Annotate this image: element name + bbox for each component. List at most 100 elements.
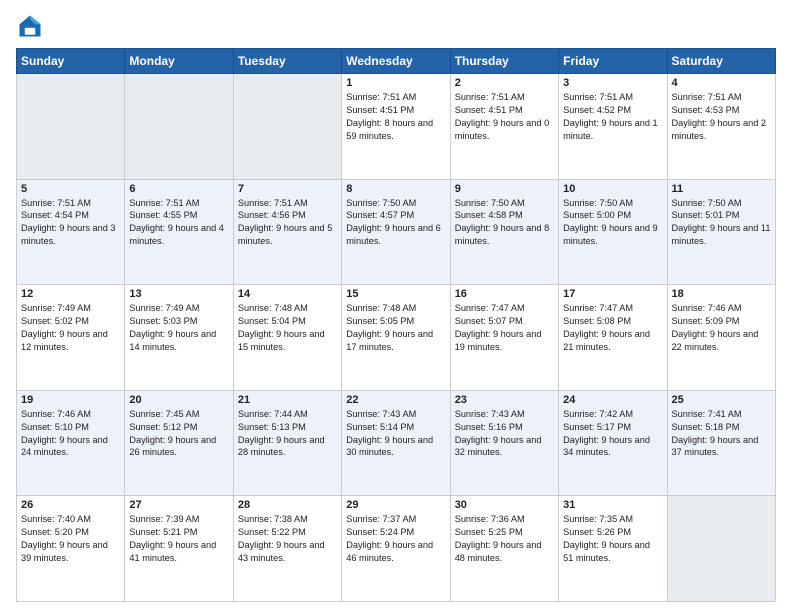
logo-icon [16,12,44,40]
day-number: 14 [238,288,337,300]
day-number: 5 [21,183,120,195]
calendar-cell: 20 Sunrise: 7:45 AM Sunset: 5:12 PM Dayli… [125,390,233,496]
day-info: Sunrise: 7:39 AM Sunset: 5:21 PM Dayligh… [129,513,228,565]
day-info: Sunrise: 7:50 AM Sunset: 4:58 PM Dayligh… [455,197,554,249]
day-info: Sunrise: 7:40 AM Sunset: 5:20 PM Dayligh… [21,513,120,565]
day-header-monday: Monday [125,49,233,74]
day-info: Sunrise: 7:51 AM Sunset: 4:53 PM Dayligh… [672,91,771,143]
day-number: 21 [238,394,337,406]
calendar-week-3: 12 Sunrise: 7:49 AM Sunset: 5:02 PM Dayli… [17,285,776,391]
day-info: Sunrise: 7:44 AM Sunset: 5:13 PM Dayligh… [238,408,337,460]
calendar-cell: 7 Sunrise: 7:51 AM Sunset: 4:56 PM Daylig… [233,179,341,285]
day-number: 22 [346,394,445,406]
day-number: 8 [346,183,445,195]
day-number: 27 [129,499,228,511]
calendar-cell: 9 Sunrise: 7:50 AM Sunset: 4:58 PM Daylig… [450,179,558,285]
calendar-cell: 27 Sunrise: 7:39 AM Sunset: 5:21 PM Dayli… [125,496,233,602]
day-info: Sunrise: 7:43 AM Sunset: 5:14 PM Dayligh… [346,408,445,460]
calendar-cell: 28Sunrise: 7:38 AM Sunset: 5:22 PM Dayli… [233,496,341,602]
day-number: 7 [238,183,337,195]
calendar-cell [667,496,775,602]
day-info: Sunrise: 7:50 AM Sunset: 5:01 PM Dayligh… [672,197,771,249]
calendar-cell: 15Sunrise: 7:48 AM Sunset: 5:05 PM Dayli… [342,285,450,391]
calendar-cell: 30 Sunrise: 7:36 AM Sunset: 5:25 PM Dayli… [450,496,558,602]
day-number: 17 [563,288,662,300]
day-number: 12 [21,288,120,300]
day-info: Sunrise: 7:50 AM Sunset: 5:00 PM Dayligh… [563,197,662,249]
calendar-cell: 8 Sunrise: 7:50 AM Sunset: 4:57 PM Daylig… [342,179,450,285]
day-number: 2 [455,77,554,89]
day-info: Sunrise: 7:45 AM Sunset: 5:12 PM Dayligh… [129,408,228,460]
calendar-cell: 24Sunrise: 7:42 AM Sunset: 5:17 PM Dayli… [559,390,667,496]
calendar-cell: 16 Sunrise: 7:47 AM Sunset: 5:07 PM Dayli… [450,285,558,391]
day-number: 1 [346,77,445,89]
day-number: 4 [672,77,771,89]
day-number: 15 [346,288,445,300]
day-info: Sunrise: 7:36 AM Sunset: 5:25 PM Dayligh… [455,513,554,565]
day-info: Sunrise: 7:51 AM Sunset: 4:56 PM Dayligh… [238,197,337,249]
day-number: 9 [455,183,554,195]
calendar-cell: 29 Sunrise: 7:37 AM Sunset: 5:24 PM Dayli… [342,496,450,602]
calendar-cell: 21 Sunrise: 7:44 AM Sunset: 5:13 PM Dayli… [233,390,341,496]
calendar-week-4: 19Sunrise: 7:46 AM Sunset: 5:10 PM Dayli… [17,390,776,496]
calendar-table: SundayMondayTuesdayWednesdayThursdayFrid… [16,48,776,602]
day-number: 29 [346,499,445,511]
calendar-cell: 22 Sunrise: 7:43 AM Sunset: 5:14 PM Dayli… [342,390,450,496]
day-info: Sunrise: 7:51 AM Sunset: 4:55 PM Dayligh… [129,197,228,249]
day-info: Sunrise: 7:49 AM Sunset: 5:02 PM Dayligh… [21,302,120,354]
day-number: 30 [455,499,554,511]
day-number: 20 [129,394,228,406]
day-info: Sunrise: 7:51 AM Sunset: 4:54 PM Dayligh… [21,197,120,249]
day-number: 6 [129,183,228,195]
day-number: 25 [672,394,771,406]
day-info: Sunrise: 7:50 AM Sunset: 4:57 PM Dayligh… [346,197,445,249]
day-number: 18 [672,288,771,300]
calendar-cell: 26 Sunrise: 7:40 AM Sunset: 5:20 PM Dayli… [17,496,125,602]
page: SundayMondayTuesdayWednesdayThursdayFrid… [0,0,792,612]
calendar-cell: 31 Sunrise: 7:35 AM Sunset: 5:26 PM Dayli… [559,496,667,602]
logo [16,12,48,40]
day-info: Sunrise: 7:43 AM Sunset: 5:16 PM Dayligh… [455,408,554,460]
day-info: Sunrise: 7:41 AM Sunset: 5:18 PM Dayligh… [672,408,771,460]
day-number: 3 [563,77,662,89]
day-info: Sunrise: 7:51 AM Sunset: 4:51 PM Dayligh… [346,91,445,143]
calendar-cell [125,74,233,180]
calendar-cell: 25 Sunrise: 7:41 AM Sunset: 5:18 PM Dayli… [667,390,775,496]
calendar-cell: 2 Sunrise: 7:51 AM Sunset: 4:51 PM Daylig… [450,74,558,180]
day-number: 13 [129,288,228,300]
calendar-cell: 23 Sunrise: 7:43 AM Sunset: 5:16 PM Dayli… [450,390,558,496]
day-info: Sunrise: 7:37 AM Sunset: 5:24 PM Dayligh… [346,513,445,565]
day-number: 10 [563,183,662,195]
calendar-cell: 18 Sunrise: 7:46 AM Sunset: 5:09 PM Dayli… [667,285,775,391]
calendar-cell: 6 Sunrise: 7:51 AM Sunset: 4:55 PM Daylig… [125,179,233,285]
calendar-cell: 11 Sunrise: 7:50 AM Sunset: 5:01 PM Dayli… [667,179,775,285]
day-header-wednesday: Wednesday [342,49,450,74]
calendar-week-1: 1 Sunrise: 7:51 AM Sunset: 4:51 PM Daylig… [17,74,776,180]
day-info: Sunrise: 7:47 AM Sunset: 5:07 PM Dayligh… [455,302,554,354]
calendar-cell [233,74,341,180]
day-info: Sunrise: 7:49 AM Sunset: 5:03 PM Dayligh… [129,302,228,354]
day-info: Sunrise: 7:48 AM Sunset: 5:04 PM Dayligh… [238,302,337,354]
calendar-cell: 14 Sunrise: 7:48 AM Sunset: 5:04 PM Dayli… [233,285,341,391]
calendar-cell: 3Sunrise: 7:51 AM Sunset: 4:52 PM Daylig… [559,74,667,180]
day-number: 16 [455,288,554,300]
day-number: 23 [455,394,554,406]
calendar-week-2: 5 Sunrise: 7:51 AM Sunset: 4:54 PM Daylig… [17,179,776,285]
day-info: Sunrise: 7:35 AM Sunset: 5:26 PM Dayligh… [563,513,662,565]
day-number: 24 [563,394,662,406]
day-header-saturday: Saturday [667,49,775,74]
day-number: 28 [238,499,337,511]
header [16,12,776,40]
day-info: Sunrise: 7:51 AM Sunset: 4:51 PM Dayligh… [455,91,554,143]
calendar-cell [17,74,125,180]
calendar-cell: 13 Sunrise: 7:49 AM Sunset: 5:03 PM Dayli… [125,285,233,391]
day-info: Sunrise: 7:46 AM Sunset: 5:09 PM Dayligh… [672,302,771,354]
day-number: 26 [21,499,120,511]
day-header-tuesday: Tuesday [233,49,341,74]
calendar-cell: 17Sunrise: 7:47 AM Sunset: 5:08 PM Dayli… [559,285,667,391]
day-header-thursday: Thursday [450,49,558,74]
day-number: 11 [672,183,771,195]
day-header-friday: Friday [559,49,667,74]
day-header-sunday: Sunday [17,49,125,74]
day-number: 31 [563,499,662,511]
